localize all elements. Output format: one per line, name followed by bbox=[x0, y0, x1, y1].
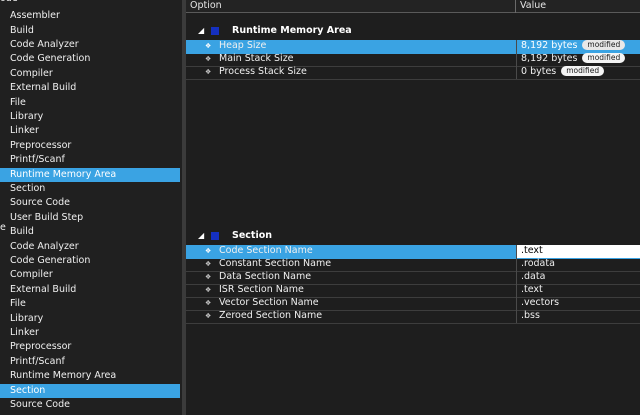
modified-badge: modified bbox=[582, 53, 626, 63]
tree-item-library[interactable]: Library bbox=[0, 110, 180, 124]
category-icon bbox=[211, 232, 219, 240]
property-value[interactable]: .rodata bbox=[516, 258, 640, 271]
tree-item-build[interactable]: Build bbox=[0, 24, 180, 38]
diamond-icon: ❖ bbox=[205, 299, 212, 307]
collapse-arrow-icon[interactable]: ◢ bbox=[198, 24, 204, 38]
collapse-arrow-icon[interactable]: ◢ bbox=[198, 229, 204, 243]
tree-group-glyph: e bbox=[0, 222, 6, 234]
tree-item-linker[interactable]: Linker bbox=[0, 124, 180, 138]
tree-item-runtime-memory-area[interactable]: Runtime Memory Area bbox=[0, 167, 180, 182]
tree-item-code-analyzer-2[interactable]: Code Analyzer bbox=[0, 240, 180, 254]
diamond-icon: ❖ bbox=[205, 68, 212, 76]
category-tree[interactable]: ode Assembler Build Code Analyzer Code G… bbox=[0, 0, 186, 415]
diamond-icon: ❖ bbox=[205, 312, 212, 320]
property-row-isr-section-name[interactable]: ❖ ISR Section Name .text bbox=[186, 284, 640, 298]
property-row-heap-size[interactable]: ❖ Heap Size 8,192 bytes modified bbox=[186, 40, 640, 54]
column-header-value[interactable]: Value bbox=[520, 0, 546, 12]
property-value[interactable]: 8,192 bytes modified bbox=[516, 40, 640, 53]
diamond-icon: ❖ bbox=[205, 42, 212, 50]
tree-item-source-code[interactable]: Source Code bbox=[0, 196, 180, 210]
property-row-process-stack-size[interactable]: ❖ Process Stack Size 0 bytes modified bbox=[186, 66, 640, 80]
tree-item-user-build-step[interactable]: User Build Step bbox=[0, 211, 180, 225]
column-header-option[interactable]: Option bbox=[190, 0, 222, 12]
property-value[interactable]: .text bbox=[516, 245, 640, 258]
property-row-data-section-name[interactable]: ❖ Data Section Name .data bbox=[186, 271, 640, 285]
tree-item-compiler-2[interactable]: Compiler bbox=[0, 268, 180, 282]
tree-item-section-2[interactable]: Section bbox=[0, 383, 180, 398]
property-value[interactable]: .vectors bbox=[516, 297, 640, 310]
diamond-icon: ❖ bbox=[205, 247, 212, 255]
property-grid: Option Value ◢ Runtime Memory Area ❖ Hea… bbox=[186, 0, 640, 415]
tree-item-file-2[interactable]: File bbox=[0, 297, 180, 311]
property-value[interactable]: 8,192 bytes modified bbox=[516, 53, 640, 66]
tree-item-printf-scanf-2[interactable]: Printf/Scanf bbox=[0, 355, 180, 369]
tree-group-label-cut: ode bbox=[0, 0, 18, 6]
tree-item-preprocessor[interactable]: Preprocessor bbox=[0, 139, 180, 153]
category-section[interactable]: ◢ Section bbox=[186, 229, 640, 243]
property-row-main-stack-size[interactable]: ❖ Main Stack Size 8,192 bytes modified bbox=[186, 53, 640, 67]
grid-header: Option Value bbox=[186, 0, 640, 13]
tree-item-printf-scanf[interactable]: Printf/Scanf bbox=[0, 153, 180, 167]
tree-item-file[interactable]: File bbox=[0, 96, 180, 110]
tree-item-runtime-memory-area-2[interactable]: Runtime Memory Area bbox=[0, 369, 180, 383]
tree-item-preprocessor-2[interactable]: Preprocessor bbox=[0, 340, 180, 354]
diamond-icon: ❖ bbox=[205, 286, 212, 294]
property-value[interactable]: .text bbox=[516, 284, 640, 297]
diamond-icon: ❖ bbox=[205, 260, 212, 268]
tree-item-build-2[interactable]: e Build bbox=[0, 222, 180, 239]
tree-item-assembler[interactable]: Assembler bbox=[0, 9, 180, 23]
tree-item-library-2[interactable]: Library bbox=[0, 312, 180, 326]
column-divider[interactable] bbox=[515, 0, 516, 13]
property-value[interactable]: .data bbox=[516, 271, 640, 284]
tree-item-linker-2[interactable]: Linker bbox=[0, 326, 180, 340]
property-value[interactable]: .bss bbox=[516, 310, 640, 323]
options-window: ode Assembler Build Code Analyzer Code G… bbox=[0, 0, 640, 415]
property-row-constant-section-name[interactable]: ❖ Constant Section Name .rodata bbox=[186, 258, 640, 272]
diamond-icon: ❖ bbox=[205, 273, 212, 281]
category-icon bbox=[211, 27, 219, 35]
tree-item-code-generation[interactable]: Code Generation bbox=[0, 52, 180, 66]
tree-item-compiler[interactable]: Compiler bbox=[0, 67, 180, 81]
tree-item-external-build-2[interactable]: External Build bbox=[0, 283, 180, 297]
property-row-vector-section-name[interactable]: ❖ Vector Section Name .vectors bbox=[186, 297, 640, 311]
tree-item-section[interactable]: Section bbox=[0, 182, 180, 196]
tree-item-code-generation-2[interactable]: Code Generation bbox=[0, 254, 180, 268]
tree-item-code-analyzer[interactable]: Code Analyzer bbox=[0, 38, 180, 52]
category-runtime-memory-area[interactable]: ◢ Runtime Memory Area bbox=[186, 24, 640, 38]
property-value[interactable]: 0 bytes modified bbox=[516, 66, 640, 79]
tree-item-external-build[interactable]: External Build bbox=[0, 81, 180, 95]
diamond-icon: ❖ bbox=[205, 55, 212, 63]
modified-badge: modified bbox=[561, 66, 605, 76]
tree-item-source-code-2[interactable]: Source Code bbox=[0, 398, 180, 412]
property-row-zeroed-section-name[interactable]: ❖ Zeroed Section Name .bss bbox=[186, 310, 640, 324]
modified-badge: modified bbox=[582, 40, 626, 50]
property-row-code-section-name[interactable]: ❖ Code Section Name .text bbox=[186, 245, 640, 259]
